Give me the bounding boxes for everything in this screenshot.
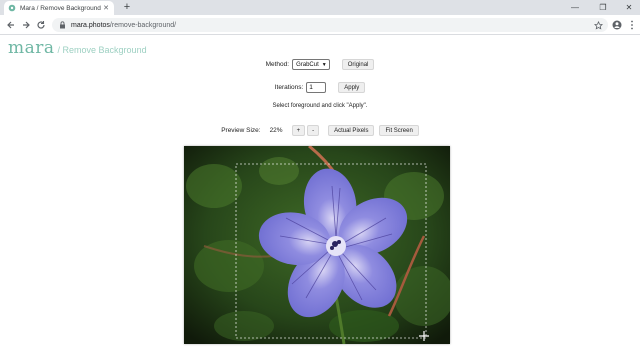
tab-title: Mara / Remove Background (20, 4, 101, 12)
zoom-out-button[interactable]: - (307, 125, 320, 136)
method-row: Method: GrabCut ▼ Original (0, 59, 640, 70)
tab-strip: Mara / Remove Background ✕ + — ❐ ✕ (0, 0, 640, 15)
original-button[interactable]: Original (341, 59, 375, 70)
browser-tab[interactable]: Mara / Remove Background ✕ (4, 1, 114, 15)
preview-size-row: Preview Size: 22% + - Actual Pixels Fit … (0, 125, 640, 136)
forward-icon[interactable] (19, 18, 33, 32)
mara-logo[interactable]: mara (8, 38, 55, 58)
restore-icon[interactable]: ❐ (592, 0, 614, 15)
method-select[interactable]: GrabCut ▼ (292, 59, 330, 70)
instruction-text: Select foreground and click "Apply". (272, 103, 368, 109)
address-bar[interactable]: mara.photos/remove-background/ (52, 18, 608, 32)
lock-icon[interactable] (58, 21, 66, 29)
actual-pixels-button[interactable]: Actual Pixels (328, 125, 375, 136)
brand-header: mara / Remove Background (8, 38, 147, 58)
iterations-row: Iterations: 1 Apply (0, 82, 640, 93)
browser-toolbar: mara.photos/remove-background/ (0, 15, 640, 35)
tab-close-icon[interactable]: ✕ (102, 4, 110, 12)
instruction-row: Select foreground and click "Apply". (0, 103, 640, 109)
new-tab-icon[interactable]: + (121, 1, 133, 13)
bookmark-star-icon[interactable] (593, 20, 603, 30)
minimize-icon[interactable]: — (564, 0, 586, 15)
profile-icon[interactable] (610, 18, 624, 32)
mara-favicon-icon (8, 4, 16, 12)
url-host: mara.photos (71, 21, 110, 29)
page-subtitle: / Remove Background (57, 45, 147, 55)
flower-photo (184, 146, 450, 344)
preview-size-value: 22% (269, 127, 283, 134)
back-icon[interactable] (4, 18, 18, 32)
reload-icon[interactable] (34, 18, 48, 32)
page-content: mara / Remove Background Method: GrabCut… (0, 36, 640, 360)
method-value: GrabCut (296, 61, 319, 68)
menu-dots-icon[interactable] (625, 18, 639, 32)
zoom-in-button[interactable]: + (291, 125, 306, 136)
chevron-down-icon: ▼ (321, 61, 327, 68)
window-close-icon[interactable]: ✕ (618, 0, 640, 15)
apply-button[interactable]: Apply (338, 82, 366, 93)
iterations-label: Iterations: (274, 84, 304, 91)
url-path: /remove-background/ (109, 21, 177, 29)
url-text: mara.photos/remove-background/ (71, 22, 176, 29)
iterations-input[interactable]: 1 (306, 82, 327, 93)
fit-screen-button[interactable]: Fit Screen (379, 125, 419, 136)
preview-size-label: Preview Size: (221, 127, 261, 134)
method-label: Method: (265, 61, 290, 68)
preview-image[interactable] (184, 146, 450, 344)
